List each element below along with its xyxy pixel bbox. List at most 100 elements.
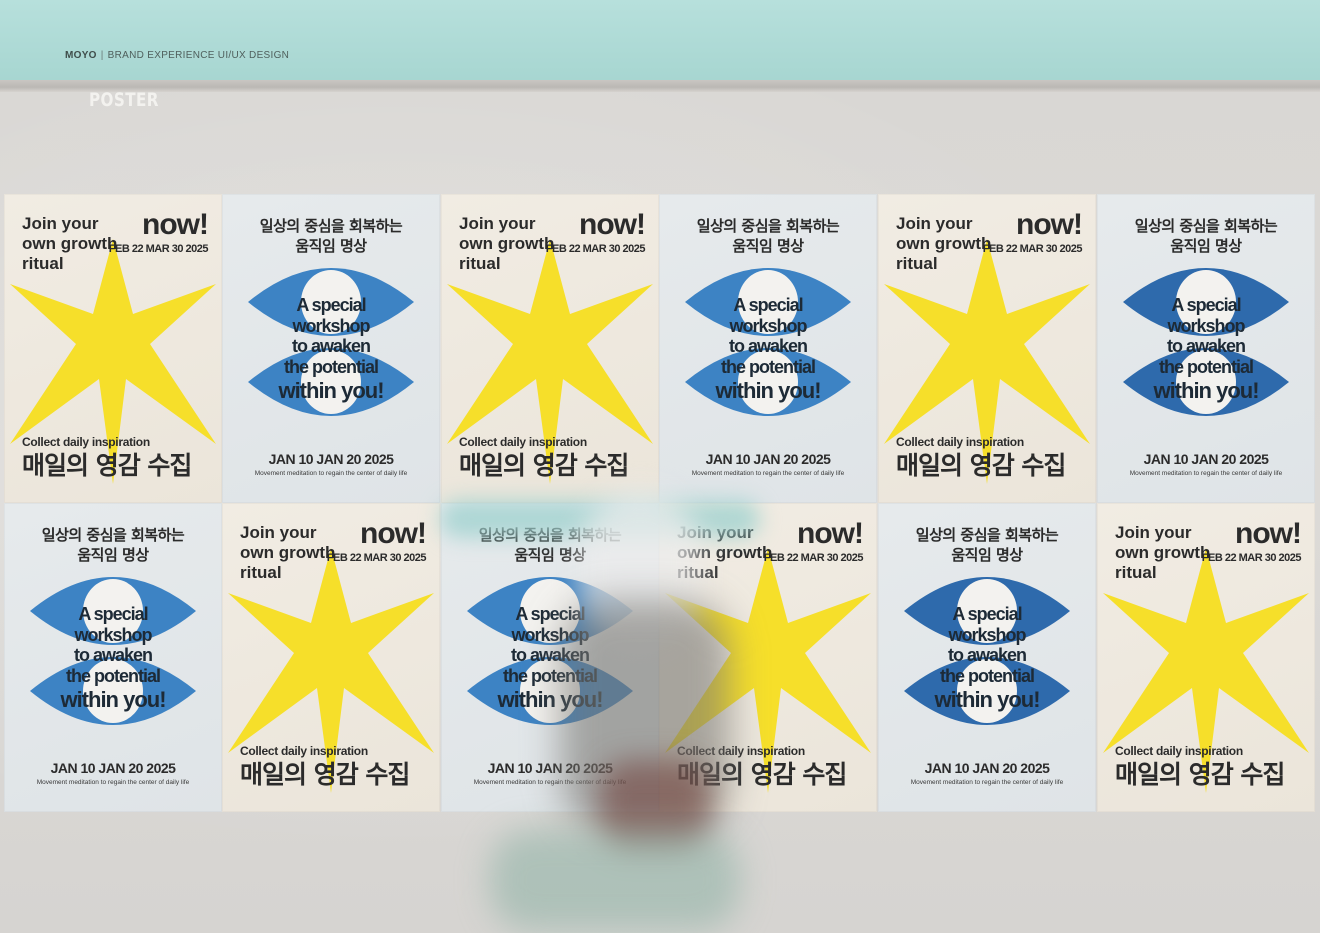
korean-heading-line2: 움직임 명상 — [732, 237, 804, 255]
poster-eye: 일상의 중심을 회복하는 움직임 명상 A special workshop t… — [441, 503, 659, 812]
workshop-line2: workshop — [74, 624, 152, 645]
workshop-line4: the potential — [503, 665, 598, 686]
workshop-line3: to awaken — [73, 645, 153, 665]
workshop-text: A special workshop to awaken the potenti… — [222, 295, 440, 404]
korean-heading-line1: 일상의 중심을 회복하는 — [478, 526, 622, 544]
workshop-line2: workshop — [729, 315, 807, 336]
korean-heading-line1: 일상의 중심을 회복하는 — [41, 526, 185, 544]
now-text: now! — [1016, 208, 1083, 241]
poster-eye: 일상의 중심을 회복하는 움직임 명상 A special workshop t… — [878, 503, 1096, 812]
korean-heading-line2: 움직임 명상 — [951, 546, 1023, 564]
collect-text: Collect daily inspiration — [240, 744, 368, 758]
workshop-line4: the potential — [721, 356, 816, 377]
now-text: now! — [360, 517, 427, 550]
brand-name: MOYO — [65, 50, 97, 61]
korean-heading: 일상의 중심을 회복하는 움직임 명상 — [4, 525, 222, 565]
workshop-line5: within you! — [497, 687, 603, 712]
korean-heading-line2: 움직임 명상 — [295, 237, 367, 255]
event-dates: FEB 22 MAR 30 2025 — [545, 243, 646, 255]
workshop-caption: Movement meditation to regain the center… — [36, 779, 190, 786]
now-text: now! — [1235, 517, 1302, 550]
workshop-dates: JAN 10 JAN 20 2025 — [924, 760, 1050, 776]
workshop-line1: A special — [733, 295, 803, 315]
workshop-line3: to awaken — [1166, 336, 1246, 356]
workshop-caption: Movement meditation to regain the center… — [1129, 470, 1283, 477]
workshop-text: A special workshop to awaken the potenti… — [1097, 295, 1315, 404]
workshop-line4: the potential — [284, 356, 379, 377]
event-dates: FEB 22 MAR 30 2025 — [326, 552, 427, 564]
workshop-line1: A special — [296, 295, 366, 315]
event-dates: FEB 22 MAR 30 2025 — [108, 243, 209, 255]
poster-star: Join your own growth ritual now! FEB 22 … — [4, 194, 222, 503]
korean-heading: 일상의 중심을 회복하는 움직임 명상 — [659, 216, 877, 256]
now-text: now! — [797, 517, 864, 550]
divider: | — [100, 50, 104, 61]
collect-text: Collect daily inspiration — [22, 435, 150, 449]
korean-heading-line2: 움직임 명상 — [77, 546, 149, 564]
workshop-line3: to awaken — [291, 336, 371, 356]
collect-text: Collect daily inspiration — [896, 435, 1024, 449]
event-dates: FEB 22 MAR 30 2025 — [982, 243, 1083, 255]
poster-eye: 일상의 중심을 회복하는 움직임 명상 A special workshop t… — [1097, 194, 1315, 503]
workshop-line2: workshop — [511, 624, 589, 645]
poster-star: Join your own growth ritual now! FEB 22 … — [441, 194, 659, 503]
korean-heading-line1: 일상의 중심을 회복하는 — [696, 217, 840, 235]
workshop-caption: Movement meditation to regain the center… — [473, 779, 627, 786]
workshop-line1: A special — [952, 604, 1022, 624]
workshop-text: A special workshop to awaken the potenti… — [4, 604, 222, 713]
event-dates: FEB 22 MAR 30 2025 — [763, 552, 864, 564]
collect-text: Collect daily inspiration — [1115, 744, 1243, 758]
korean-heading-line1: 일상의 중심을 회복하는 — [915, 526, 1059, 544]
collect-text: Collect daily inspiration — [677, 744, 805, 758]
workshop-line2: workshop — [1167, 315, 1245, 336]
korean-title: 매일의 영감 수집 — [459, 451, 629, 480]
workshop-line5: within you! — [1153, 378, 1259, 403]
collect-text: Collect daily inspiration — [459, 435, 587, 449]
workshop-line1: A special — [515, 604, 585, 624]
korean-heading: 일상의 중심을 회복하는 움직임 명상 — [441, 525, 659, 565]
workshop-line4: the potential — [66, 665, 161, 686]
workshop-line2: workshop — [292, 315, 370, 336]
workshop-line5: within you! — [715, 378, 821, 403]
poster-star: Join your own growth ritual now! FEB 22 … — [222, 503, 440, 812]
event-dates: FEB 22 MAR 30 2025 — [1201, 552, 1302, 564]
workshop-text: A special workshop to awaken the potenti… — [659, 295, 877, 404]
workshop-text: A special workshop to awaken the potenti… — [441, 604, 659, 713]
workshop-line1: A special — [1171, 295, 1241, 315]
workshop-line3: to awaken — [728, 336, 808, 356]
brand-header: MOYO | BRAND EXPERIENCE UI/UX DESIGN — [65, 50, 289, 61]
korean-heading: 일상의 중심을 회복하는 움직임 명상 — [1097, 216, 1315, 256]
korean-heading-line2: 움직임 명상 — [514, 546, 586, 564]
workshop-caption: Movement meditation to regain the center… — [254, 470, 408, 477]
workshop-caption: Movement meditation to regain the center… — [910, 779, 1064, 786]
korean-heading: 일상의 중심을 회복하는 움직임 명상 — [878, 525, 1096, 565]
workshop-line3: to awaken — [947, 645, 1027, 665]
workshop-line4: the potential — [1159, 356, 1254, 377]
sky-background — [0, 0, 1320, 80]
korean-title: 매일의 영감 수집 — [896, 451, 1066, 480]
korean-heading-line1: 일상의 중심을 회복하는 — [1134, 217, 1278, 235]
workshop-text: A special workshop to awaken the potenti… — [878, 604, 1096, 713]
korean-title: 매일의 영감 수집 — [240, 760, 410, 789]
brand-subtitle: BRAND EXPERIENCE UI/UX DESIGN — [107, 50, 290, 61]
korean-heading-line2: 움직임 명상 — [1170, 237, 1242, 255]
korean-heading-line1: 일상의 중심을 회복하는 — [259, 217, 403, 235]
workshop-dates: JAN 10 JAN 20 2025 — [1143, 451, 1269, 467]
korean-title: 매일의 영감 수집 — [22, 451, 192, 480]
workshop-line5: within you! — [278, 378, 384, 403]
workshop-dates: JAN 10 JAN 20 2025 — [487, 760, 613, 776]
workshop-line1: A special — [78, 604, 148, 624]
korean-heading: 일상의 중심을 회복하는 움직임 명상 — [222, 216, 440, 256]
poster-wall: Join your own growth ritual now! FEB 22 … — [0, 194, 1320, 812]
korean-title: 매일의 영감 수집 — [677, 760, 847, 789]
poster-eye: 일상의 중심을 회복하는 움직임 명상 A special workshop t… — [659, 194, 877, 503]
workshop-line2: workshop — [948, 624, 1026, 645]
workshop-line4: the potential — [940, 665, 1035, 686]
poster-star: Join your own growth ritual now! FEB 22 … — [659, 503, 877, 812]
workshop-dates: JAN 10 JAN 20 2025 — [50, 760, 176, 776]
poster-eye: 일상의 중심을 회복하는 움직임 명상 A special workshop t… — [222, 194, 440, 503]
workshop-caption: Movement meditation to regain the center… — [691, 470, 845, 477]
workshop-dates: JAN 10 JAN 20 2025 — [268, 451, 394, 467]
workshop-line5: within you! — [934, 687, 1040, 712]
now-text: now! — [142, 208, 209, 241]
